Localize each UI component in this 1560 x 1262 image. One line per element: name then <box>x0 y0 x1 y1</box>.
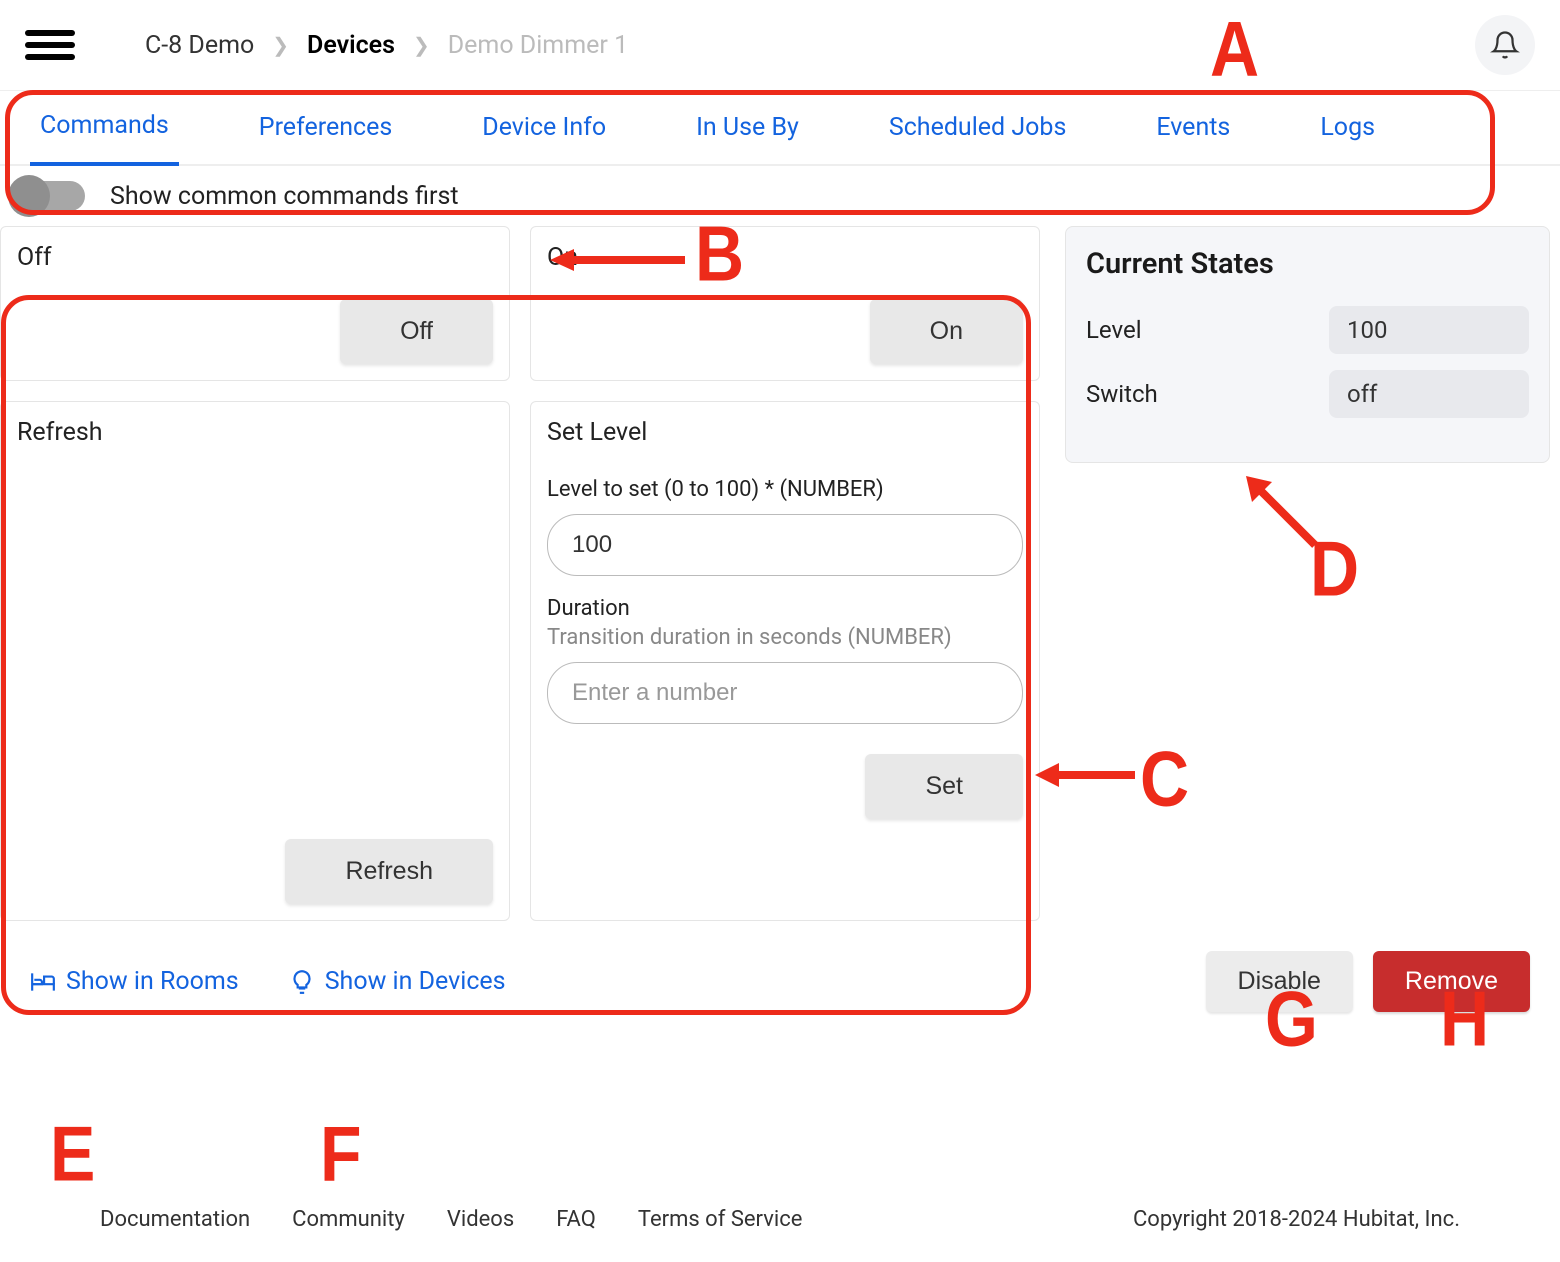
states-heading: Current States <box>1086 247 1529 281</box>
state-value: off <box>1329 370 1529 418</box>
command-card-set-level: Set Level Level to set (0 to 100) * (NUM… <box>530 401 1040 921</box>
off-button[interactable]: Off <box>340 299 493 364</box>
duration-label: Duration <box>547 596 1023 621</box>
command-card-on: On On <box>530 226 1040 381</box>
state-value: 100 <box>1329 306 1529 354</box>
footer-copyright: Copyright 2018-2024 Hubitat, Inc. <box>1133 1207 1460 1232</box>
duration-sublabel: Transition duration in seconds (NUMBER) <box>547 625 1023 650</box>
show-in-devices-link[interactable]: Show in Devices <box>289 967 506 996</box>
chevron-right-icon: ❯ <box>413 33 430 57</box>
bed-icon <box>30 969 56 995</box>
current-states-panel: Current States Level 100 Switch off <box>1065 226 1550 463</box>
breadcrumb-hub[interactable]: C-8 Demo <box>145 31 254 60</box>
tabs: Commands Preferences Device Info In Use … <box>0 91 1560 166</box>
set-button[interactable]: Set <box>865 754 1023 819</box>
tab-preferences[interactable]: Preferences <box>249 93 402 164</box>
commands-grid: Off Off On On Refresh Refresh Set Level … <box>0 226 1040 921</box>
card-title: Refresh <box>17 418 493 447</box>
footer-documentation[interactable]: Documentation <box>100 1207 250 1232</box>
tab-scheduled-jobs[interactable]: Scheduled Jobs <box>879 93 1076 164</box>
remove-button[interactable]: Remove <box>1373 951 1530 1012</box>
state-key: Switch <box>1086 380 1329 408</box>
state-row: Level 100 <box>1086 306 1529 354</box>
breadcrumb-devices[interactable]: Devices <box>307 31 395 60</box>
breadcrumb: C-8 Demo ❯ Devices ❯ Demo Dimmer 1 <box>145 31 628 60</box>
level-input[interactable] <box>547 514 1023 576</box>
footer: Documentation Community Videos FAQ Terms… <box>0 1167 1560 1252</box>
bell-icon <box>1490 30 1520 60</box>
tab-logs[interactable]: Logs <box>1310 93 1385 164</box>
notifications-button[interactable] <box>1475 15 1535 75</box>
show-devices-label: Show in Devices <box>325 967 506 996</box>
card-title: On <box>547 243 1023 272</box>
on-button[interactable]: On <box>870 299 1023 364</box>
footer-videos[interactable]: Videos <box>447 1207 514 1232</box>
menu-button[interactable] <box>25 24 75 66</box>
card-title: Set Level <box>547 418 1023 447</box>
show-rooms-label: Show in Rooms <box>66 967 239 996</box>
footer-faq[interactable]: FAQ <box>556 1207 596 1232</box>
state-key: Level <box>1086 316 1329 344</box>
command-card-off: Off Off <box>0 226 510 381</box>
tab-in-use-by[interactable]: In Use By <box>686 93 809 164</box>
breadcrumb-device: Demo Dimmer 1 <box>448 31 628 60</box>
tab-device-info[interactable]: Device Info <box>472 93 616 164</box>
bulb-icon <box>289 969 315 995</box>
card-title: Off <box>17 243 493 272</box>
footer-community[interactable]: Community <box>292 1207 405 1232</box>
command-card-refresh: Refresh Refresh <box>0 401 510 921</box>
show-common-label: Show common commands first <box>110 182 459 211</box>
tab-events[interactable]: Events <box>1146 93 1240 164</box>
tab-commands[interactable]: Commands <box>30 91 179 166</box>
show-in-rooms-link[interactable]: Show in Rooms <box>30 967 239 996</box>
state-row: Switch off <box>1086 370 1529 418</box>
level-label: Level to set (0 to 100) * (NUMBER) <box>547 477 1023 502</box>
show-common-toggle[interactable] <box>10 181 85 211</box>
disable-button[interactable]: Disable <box>1206 951 1353 1012</box>
refresh-button[interactable]: Refresh <box>285 839 493 904</box>
duration-input[interactable] <box>547 662 1023 724</box>
footer-terms[interactable]: Terms of Service <box>638 1207 803 1232</box>
chevron-right-icon: ❯ <box>272 33 289 57</box>
